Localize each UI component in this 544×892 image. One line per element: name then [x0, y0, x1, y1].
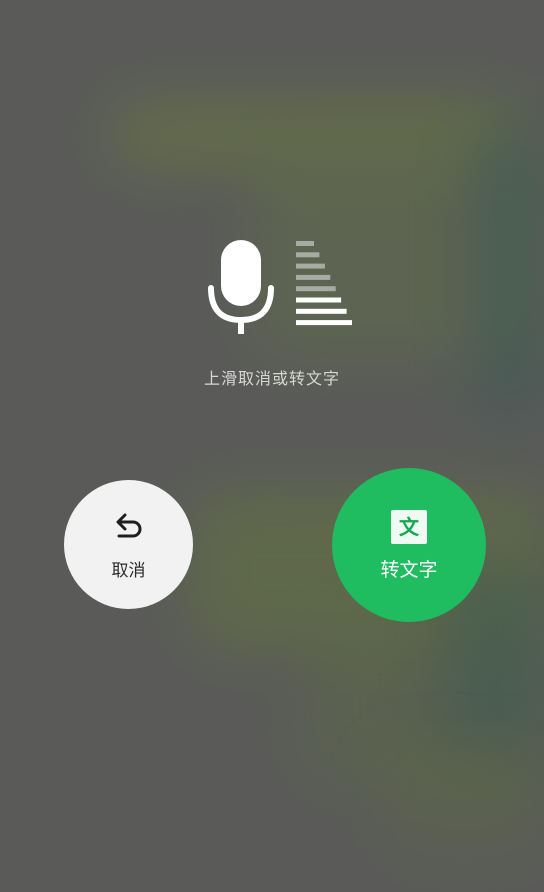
volume-bar-inactive: [296, 263, 325, 269]
volume-bar-inactive: [296, 274, 331, 280]
volume-bar-active: [296, 297, 342, 303]
volume-level-indicator: [296, 241, 352, 326]
text-doc-icon: 文: [391, 510, 427, 544]
gesture-hint: 上滑取消或转文字: [203, 369, 340, 388]
microphone-icon: [208, 240, 274, 334]
convert-to-text-button[interactable]: 文 转文字: [332, 468, 486, 622]
volume-bar-active: [296, 320, 352, 326]
undo-arrow-icon: [116, 513, 142, 538]
convert-to-text-label: 转文字: [380, 559, 438, 581]
blurred-chat-background: [0, 0, 544, 892]
cancel-button[interactable]: 取消: [64, 480, 193, 609]
volume-bar-inactive: [296, 286, 336, 292]
cancel-label: 取消: [111, 561, 146, 581]
volume-bar-inactive: [296, 252, 320, 258]
volume-bar-inactive: [296, 241, 314, 246]
volume-bar-active: [296, 308, 347, 314]
